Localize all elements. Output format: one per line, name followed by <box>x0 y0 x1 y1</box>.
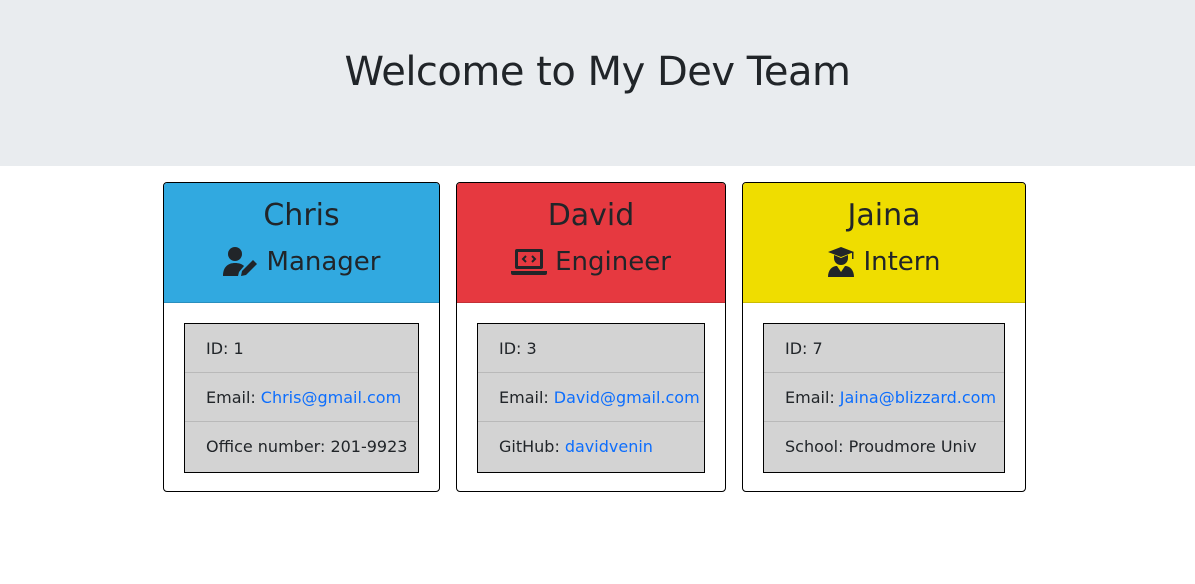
id-value: 3 <box>526 338 537 358</box>
role-label: Intern <box>863 247 941 277</box>
id-value: 7 <box>812 338 823 358</box>
office-number-label: Office number: <box>206 437 326 456</box>
employee-role: Engineer <box>457 245 725 279</box>
page-title: Welcome to My Dev Team <box>344 49 851 95</box>
employee-details-list: ID: 1 Email: Chris@gmail.com Office numb… <box>184 323 419 473</box>
card-header: David Engineer <box>457 183 725 303</box>
email-label: Email: <box>206 387 256 407</box>
list-item-id: ID: 1 <box>185 324 418 373</box>
employee-details-list: ID: 3 Email: David@gmail.com GitHub: dav… <box>477 323 705 473</box>
email-label: Email: <box>785 387 835 407</box>
list-item-email: Email: Jaina@blizzard.com <box>764 373 1004 422</box>
user-graduate-icon <box>827 246 855 278</box>
employee-card-intern: Jaina Intern ID: 7 Email: Jaina@blizzard… <box>742 182 1026 492</box>
employee-name: Jaina <box>847 198 921 233</box>
office-number-value: 201-9923 <box>330 437 408 456</box>
id-label: ID: <box>499 338 522 358</box>
employee-card-manager: Chris Manager ID: 1 Email: Chris@gmail.c… <box>163 182 440 492</box>
employee-name: Chris <box>263 198 340 233</box>
list-item-id: ID: 3 <box>478 324 704 373</box>
id-value: 1 <box>233 338 244 358</box>
github-link[interactable]: davidvenin <box>565 437 653 456</box>
list-item-email: Email: David@gmail.com <box>478 373 704 422</box>
school-value: Proudmore Univ <box>848 437 977 456</box>
email-link[interactable]: Chris@gmail.com <box>261 388 401 407</box>
card-header: Jaina Intern <box>743 183 1025 303</box>
employee-card-engineer: David Engineer ID: 3 Email: David@gmail.… <box>456 182 726 492</box>
list-item-id: ID: 7 <box>764 324 1004 373</box>
email-link[interactable]: Jaina@blizzard.com <box>840 388 996 407</box>
github-label: GitHub: <box>499 437 560 456</box>
list-item-email: Email: Chris@gmail.com <box>185 373 418 422</box>
list-item-github: GitHub: davidvenin <box>478 422 704 471</box>
laptop-code-icon <box>511 246 548 278</box>
user-pen-icon <box>222 246 259 278</box>
email-label: Email: <box>499 387 549 407</box>
id-label: ID: <box>206 338 229 358</box>
list-item-office-number: Office number: 201-9923 <box>185 422 418 471</box>
list-item-school: School: Proudmore Univ <box>764 422 1004 471</box>
email-link[interactable]: David@gmail.com <box>554 388 700 407</box>
role-label: Engineer <box>555 247 671 277</box>
role-label: Manager <box>266 247 381 277</box>
employee-details-list: ID: 7 Email: Jaina@blizzard.com School: … <box>763 323 1005 473</box>
header-jumbotron: Welcome to My Dev Team <box>0 0 1195 166</box>
card-header: Chris Manager <box>164 183 439 303</box>
employee-role: Manager <box>164 245 439 279</box>
employee-name: David <box>547 198 635 233</box>
employee-role: Intern <box>743 245 1025 279</box>
school-label: School: <box>785 437 844 456</box>
id-label: ID: <box>785 338 808 358</box>
